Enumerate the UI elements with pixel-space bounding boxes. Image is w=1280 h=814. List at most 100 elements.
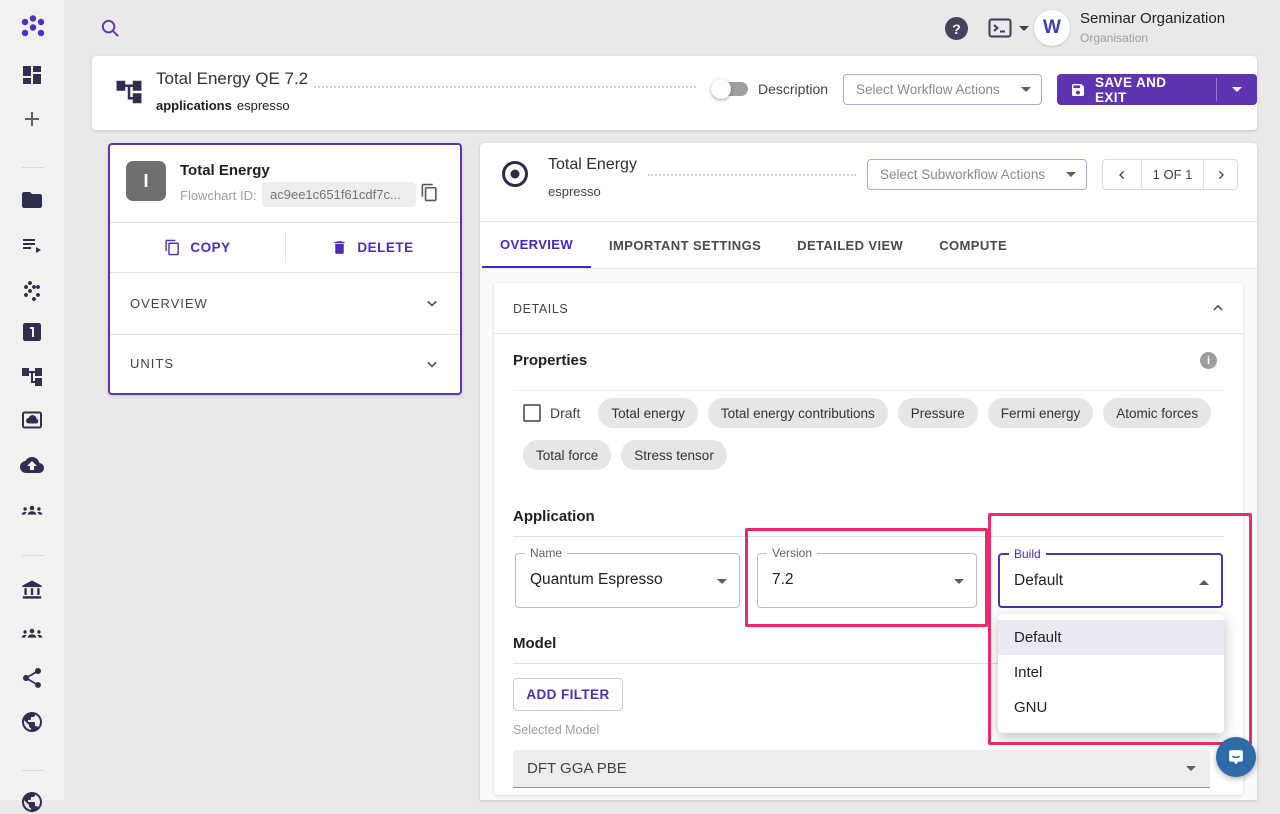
collapse-details-button[interactable]: [1208, 298, 1228, 318]
app-root: ? W Seminar Organization Organisation To…: [0, 0, 1280, 800]
property-chip[interactable]: Fermi energy: [988, 398, 1094, 428]
designer-cloud-icon[interactable]: [20, 408, 44, 432]
mat3ra-logo-icon[interactable]: [18, 13, 48, 43]
globe-icon[interactable]: [20, 710, 44, 734]
properties-divider: [513, 390, 1224, 391]
tab-detailed-view[interactable]: DETAILED VIEW: [779, 222, 921, 268]
add-icon[interactable]: [20, 107, 44, 131]
workflow-tree-icon: [114, 77, 144, 107]
folder-icon[interactable]: [20, 188, 44, 212]
property-chip[interactable]: Atomic forces: [1103, 398, 1211, 428]
search-icon[interactable]: [99, 17, 122, 40]
description-toggle[interactable]: [714, 82, 748, 96]
copy-id-icon[interactable]: [420, 183, 439, 202]
info-icon[interactable]: i: [1200, 352, 1217, 369]
property-chip[interactable]: Total force: [523, 440, 611, 470]
save-and-exit-main[interactable]: SAVE AND EXIT: [1057, 74, 1216, 105]
tab-label: COMPUTE: [939, 238, 1007, 253]
chevron-down-icon: [954, 579, 964, 584]
build-option-gnu[interactable]: GNU: [998, 690, 1224, 725]
property-chip[interactable]: Pressure: [898, 398, 978, 428]
tab-label: DETAILED VIEW: [797, 238, 903, 253]
help-glyph: ?: [952, 21, 961, 37]
application-build-value: Default: [1014, 572, 1063, 590]
application-section-title: Application: [513, 508, 595, 525]
sidebar-divider: [22, 770, 44, 771]
users-icon[interactable]: [20, 621, 44, 645]
tab-overview[interactable]: OVERVIEW: [482, 222, 591, 268]
property-chips-row: Draft Total energy Total energy contribu…: [523, 398, 1223, 470]
subworkflow-dotted-leader: [648, 174, 856, 176]
pagination-label: 1 OF 1: [1142, 160, 1203, 189]
copy-button[interactable]: COPY: [110, 222, 285, 272]
copy-icon: [164, 239, 181, 256]
org-type: Organisation: [1080, 31, 1148, 45]
unit-badge-letter: I: [143, 171, 148, 192]
application-version-value: 7.2: [772, 571, 794, 589]
tab-label: OVERVIEW: [500, 237, 573, 252]
tab-compute[interactable]: COMPUTE: [921, 222, 1025, 268]
workflows-tree-icon[interactable]: [20, 365, 44, 389]
avatar[interactable]: W: [1034, 10, 1070, 46]
flowchart-id-value[interactable]: ac9ee1c651f61cdf7c...: [262, 182, 416, 207]
jobs-list-icon[interactable]: [20, 233, 44, 257]
terminal-icon[interactable]: [988, 17, 1014, 39]
tab-important-settings[interactable]: IMPORTANT SETTINGS: [591, 222, 779, 268]
sidebar-divider: [22, 167, 44, 168]
bank-icon[interactable]: [20, 578, 44, 602]
unit-card: I Total Energy Flowchart ID: ac9ee1c651f…: [108, 143, 462, 395]
workflow-actions-select[interactable]: Select Workflow Actions: [843, 74, 1042, 105]
pagination-prev-button[interactable]: [1103, 160, 1141, 189]
selected-model-select[interactable]: DFT GGA PBE: [513, 750, 1210, 788]
save-dropdown-button[interactable]: [1217, 74, 1257, 105]
details-divider: [494, 333, 1243, 334]
chat-launcher[interactable]: [1216, 737, 1256, 777]
property-chip[interactable]: Stress tensor: [621, 440, 727, 470]
terminal-caret-icon[interactable]: [1019, 26, 1029, 31]
model-section-title: Model: [513, 635, 556, 652]
title-dotted-leader: [314, 86, 696, 88]
build-option-default[interactable]: Default: [998, 620, 1224, 655]
units-accordion-label: UNITS: [130, 356, 174, 371]
chevron-up-icon: [1199, 580, 1209, 585]
application-divider: [513, 536, 1224, 537]
chevron-down-icon: [717, 579, 727, 584]
property-chip[interactable]: Total energy: [598, 398, 698, 428]
toggle-knob: [711, 79, 731, 99]
help-icon[interactable]: ?: [945, 17, 968, 40]
org-name[interactable]: Seminar Organization: [1080, 10, 1225, 27]
property-chip[interactable]: Total energy contributions: [708, 398, 888, 428]
workflow-header-card: Total Energy QE 7.2 applications espress…: [92, 56, 1257, 130]
share-icon[interactable]: [20, 666, 44, 690]
subworkflow-application: espresso: [548, 184, 601, 199]
team-icon[interactable]: [20, 498, 44, 522]
chevron-down-icon: [1066, 172, 1076, 177]
application-build-label: Build: [1009, 547, 1046, 561]
trash-icon: [331, 239, 348, 256]
subworkflow-actions-select[interactable]: Select Subworkflow Actions: [867, 159, 1087, 190]
draft-checkbox[interactable]: [523, 404, 541, 422]
entity-one-icon[interactable]: [20, 320, 44, 344]
chat-icon: [1225, 746, 1247, 768]
selected-model-value: DFT GGA PBE: [527, 760, 627, 777]
properties-title: Properties: [513, 352, 587, 369]
pagination-next-button[interactable]: [1204, 160, 1237, 189]
application-name-value: Quantum Espresso: [530, 571, 663, 589]
units-accordion[interactable]: UNITS: [110, 334, 460, 393]
build-option-intel[interactable]: Intel: [998, 655, 1224, 690]
selected-model-label: Selected Model: [513, 723, 599, 737]
application-name-select[interactable]: Name Quantum Espresso: [515, 553, 740, 608]
application-version-select[interactable]: Version 7.2: [757, 553, 977, 608]
overview-accordion[interactable]: OVERVIEW: [110, 272, 460, 334]
delete-button[interactable]: DELETE: [285, 222, 460, 272]
add-filter-button[interactable]: ADD FILTER: [513, 678, 623, 711]
dashboard-icon[interactable]: [20, 63, 44, 87]
globe-partial-icon[interactable]: [20, 790, 44, 814]
save-and-exit-button[interactable]: SAVE AND EXIT: [1057, 74, 1257, 105]
subworkflow-pagination: 1 OF 1: [1102, 159, 1238, 190]
application-build-select[interactable]: Build Default: [998, 553, 1223, 608]
avatar-letter: W: [1043, 17, 1061, 39]
materials-grain-icon[interactable]: [20, 277, 44, 301]
chevron-down-icon: [422, 354, 442, 374]
cloud-upload-icon[interactable]: [20, 453, 44, 477]
